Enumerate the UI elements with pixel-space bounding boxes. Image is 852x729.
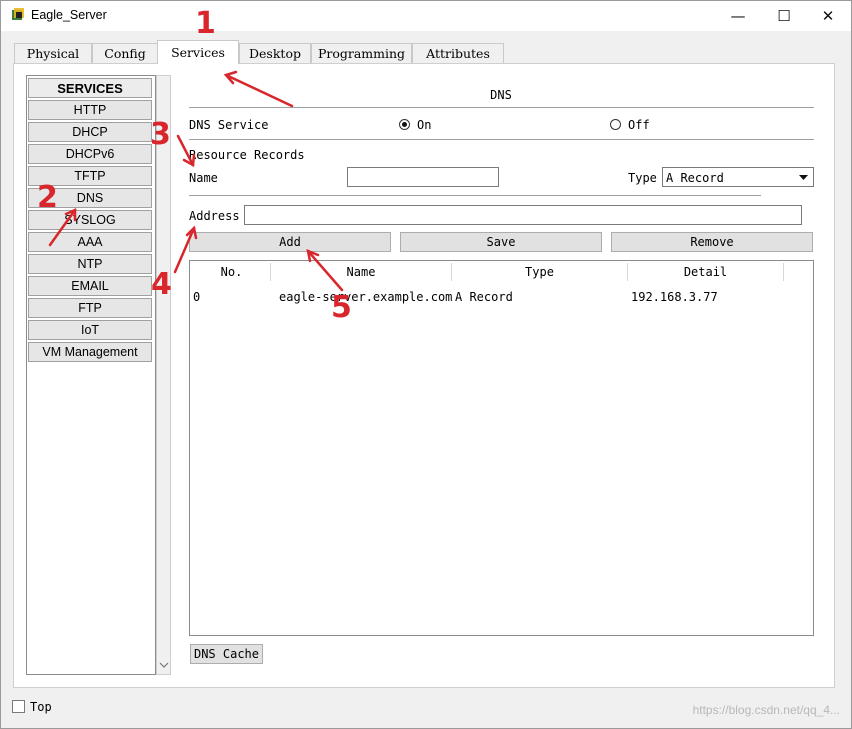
annotation-3: 3 xyxy=(150,117,171,152)
annotation-2: 2 xyxy=(37,180,58,215)
annotation-4: 4 xyxy=(151,267,172,302)
annotation-1: 1 xyxy=(195,6,216,41)
tab-services[interactable]: Services xyxy=(157,40,239,64)
annotation-5: 5 xyxy=(331,290,352,325)
annotation-arrows xyxy=(48,70,344,292)
